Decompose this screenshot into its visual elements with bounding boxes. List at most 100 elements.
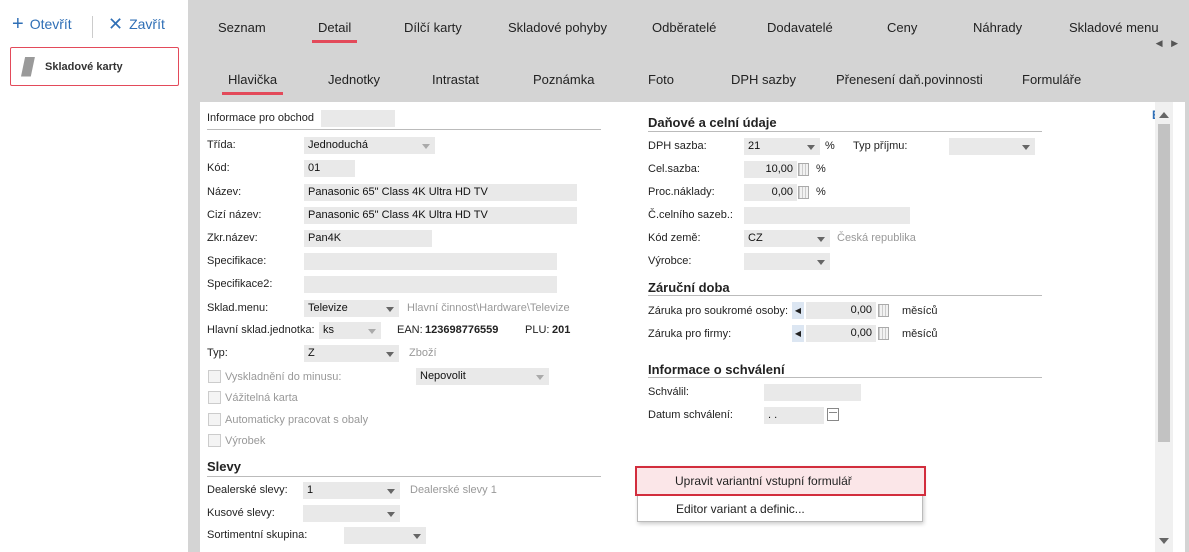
kusove-select[interactable]: [303, 505, 400, 522]
nazev-label: Název:: [207, 186, 242, 198]
schvalil-label: Schválil:: [648, 386, 689, 398]
open-label: Otevřít: [29, 16, 72, 32]
scroll-up-icon[interactable]: [1159, 112, 1169, 118]
schvalil-input[interactable]: [764, 384, 861, 401]
typ-prijmu-select[interactable]: [949, 138, 1035, 155]
slevy-title: Slevy: [207, 459, 241, 474]
scroll-thumb[interactable]: [1158, 124, 1170, 442]
vyrobce-select[interactable]: [744, 253, 830, 270]
plu-value: 201: [552, 324, 571, 336]
obaly-label: Automaticky pracovat s obaly: [225, 414, 369, 426]
main-tabs: Seznam Detail Dílčí karty Skladové pohyb…: [188, 0, 1189, 58]
cel-sazba-input[interactable]: 10,00: [744, 161, 797, 178]
tab-poznamka[interactable]: Poznámka: [533, 72, 594, 87]
sklad-menu-label: Sklad.menu:: [207, 302, 269, 314]
tab-odberatele[interactable]: Odběratelé: [652, 20, 716, 35]
cizi-nazev-input[interactable]: Panasonic 65" Class 4K Ultra HD TV: [304, 207, 577, 224]
nav-item-skladove-karty[interactable]: Skladové karty: [10, 47, 179, 86]
sklad-menu-path: Hlavní činnost\Hardware\Televize: [407, 302, 570, 314]
vyrobce-label: Výrobce:: [648, 255, 692, 267]
tab-ceny[interactable]: Ceny: [887, 20, 917, 35]
calculator-icon[interactable]: [878, 304, 889, 317]
tab-preneseni[interactable]: Přenesení daň.povinnosti: [836, 72, 983, 87]
celni-sazeb-label: Č.celního sazeb.:: [648, 209, 733, 221]
kod-zeme-label: Kód země:: [648, 232, 701, 244]
calculator-icon[interactable]: [798, 163, 809, 176]
divider: [207, 476, 601, 477]
tab-dilci-karty[interactable]: Dílčí karty: [404, 20, 462, 35]
kod-input[interactable]: 01: [304, 160, 355, 177]
specifikace2-label: Specifikace2:: [207, 278, 273, 290]
soukrome-unit: měsíců: [902, 305, 938, 317]
specifikace-input[interactable]: [304, 253, 557, 270]
left-panel: + Otevřít ✕ Zavřít Skladové karty: [0, 0, 188, 552]
typ-select[interactable]: Z: [304, 345, 399, 362]
tab-dph-sazby[interactable]: DPH sazby: [731, 72, 796, 87]
calendar-icon[interactable]: [827, 408, 839, 421]
dealerske-desc: Dealerské slevy 1: [410, 484, 497, 496]
vertical-scrollbar[interactable]: [1155, 102, 1173, 552]
info-obchod-field[interactable]: [321, 110, 395, 127]
specifikace2-input[interactable]: [304, 276, 557, 293]
schvaleni-title: Informace o schválení: [648, 362, 785, 377]
menu-item-upravit-formular[interactable]: Upravit variantní vstupní formulář: [635, 466, 926, 496]
divider: [648, 377, 1042, 378]
tab-nahrady[interactable]: Náhrady: [973, 20, 1022, 35]
vyskladneni-checkbox[interactable]: [208, 370, 221, 383]
dealerske-label: Dealerské slevy:: [207, 484, 288, 496]
tab-skladove-menu[interactable]: Skladové menu: [1069, 20, 1159, 35]
tab-dodavatele[interactable]: Dodavatelé: [767, 20, 833, 35]
tab-jednotky[interactable]: Jednotky: [328, 72, 380, 87]
nazev-input[interactable]: Panasonic 65" Class 4K Ultra HD TV: [304, 184, 577, 201]
zkr-nazev-input[interactable]: Pan4K: [304, 230, 432, 247]
vyskladneni-select[interactable]: Nepovolit: [416, 368, 549, 385]
soukrome-input[interactable]: 0,00: [806, 302, 876, 319]
firmy-unit: měsíců: [902, 328, 938, 340]
sub-tabs: Hlavička Jednotky Intrastat Poznámka Fot…: [188, 58, 1189, 100]
dealerske-select[interactable]: 1: [303, 482, 400, 499]
hlavni-jednotka-select[interactable]: ks: [319, 322, 381, 339]
datum-input[interactable]: . .: [764, 407, 824, 424]
ean-label: EAN:: [397, 324, 423, 336]
dph-select[interactable]: 21: [744, 138, 820, 155]
scroll-down-icon[interactable]: [1159, 538, 1169, 544]
vazitelna-checkbox[interactable]: [208, 391, 221, 404]
close-label: Zavřít: [129, 16, 165, 32]
ean-value: 123698776559: [425, 324, 499, 336]
tab-detail[interactable]: Detail: [311, 20, 358, 43]
tab-formulare[interactable]: Formuláře: [1022, 72, 1081, 87]
decrement-icon[interactable]: ◀: [792, 325, 804, 342]
tab-foto[interactable]: Foto: [648, 72, 674, 87]
obaly-checkbox[interactable]: [208, 413, 221, 426]
tab-seznam[interactable]: Seznam: [218, 20, 266, 35]
vazitelna-label: Vážitelná karta: [225, 392, 298, 404]
tab-hlavicka[interactable]: Hlavička: [221, 72, 284, 95]
zkr-nazev-label: Zkr.název:: [207, 232, 258, 244]
proc-naklady-input[interactable]: 0,00: [744, 184, 797, 201]
context-menu: Upravit variantní vstupní formulář Edito…: [635, 466, 926, 522]
plus-icon: +: [12, 13, 24, 35]
trida-select[interactable]: Jednoduchá: [304, 137, 435, 154]
celni-sazeb-input[interactable]: [744, 207, 910, 224]
tab-intrastat[interactable]: Intrastat: [432, 72, 479, 87]
specifikace-label: Specifikace:: [207, 255, 267, 267]
calculator-icon[interactable]: [878, 327, 889, 340]
menu-item-editor-variant[interactable]: Editor variant a definic...: [638, 496, 922, 522]
kod-label: Kód:: [207, 162, 230, 174]
decrement-icon[interactable]: ◀: [792, 302, 804, 319]
tab-scroll-arrows-icon[interactable]: ◀ ▶: [1156, 38, 1181, 49]
sklad-menu-select[interactable]: Televize: [304, 300, 399, 317]
kod-zeme-select[interactable]: CZ: [744, 230, 830, 247]
proc-unit: %: [816, 186, 826, 198]
close-button[interactable]: ✕ Zavřít: [108, 15, 165, 33]
sortiment-select[interactable]: [344, 527, 426, 544]
proc-naklady-label: Proc.náklady:: [648, 186, 715, 198]
hlavni-jednotka-label: Hlavní sklad.jednotka:: [207, 324, 315, 336]
open-button[interactable]: + Otevřít: [12, 13, 72, 35]
vyrobek-checkbox[interactable]: [208, 434, 221, 447]
tab-skladove-pohyby[interactable]: Skladové pohyby: [508, 20, 607, 35]
soukrome-label: Záruka pro soukromé osoby:: [648, 305, 789, 317]
calculator-icon[interactable]: [798, 186, 809, 199]
firmy-input[interactable]: 0,00: [806, 325, 876, 342]
firmy-label: Záruka pro firmy:: [648, 328, 732, 340]
